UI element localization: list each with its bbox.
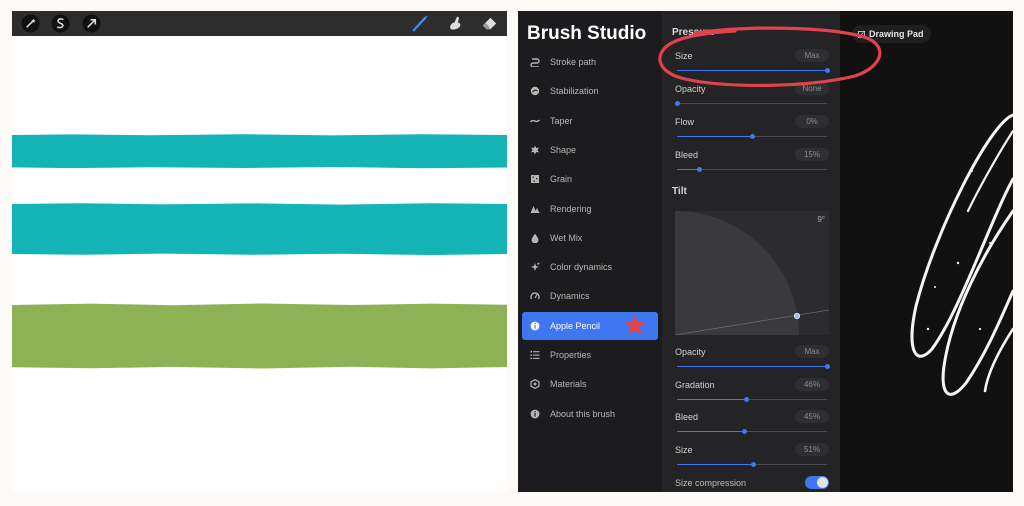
tilt-bleed-slider[interactable]: [677, 429, 827, 435]
tilt-size-value[interactable]: 51%: [795, 443, 829, 457]
sidebar-item-wet-mix[interactable]: Wet Mix: [522, 224, 658, 252]
drawing-canvas[interactable]: [12, 11, 507, 491]
slider-knob[interactable]: [749, 134, 755, 139]
sidebar-item-label: Materials: [550, 379, 587, 390]
shape-icon: [530, 145, 540, 155]
brush-studio-sidebar: Brush Studio Stroke path Stabilization Tap…: [518, 11, 662, 492]
canvas-toolbar: [12, 11, 507, 36]
sidebar-item-rendering[interactable]: Rendering: [522, 195, 658, 223]
teal-stroke-2: [12, 202, 507, 256]
tilt-bleed-value[interactable]: 45%: [795, 410, 829, 424]
tilt-size-row: Size 51%: [675, 443, 829, 473]
tilt-opacity-label: Opacity: [675, 347, 706, 357]
properties-icon: [530, 350, 540, 360]
sidebar-item-properties[interactable]: Properties: [522, 341, 658, 369]
tilt-section-title: Tilt: [672, 186, 687, 197]
toggle-knob: [817, 477, 828, 488]
sidebar-item-label: Stroke path: [550, 57, 597, 67]
tilt-gradation-row: Gradation 46%: [675, 377, 829, 408]
transform-arrow-icon[interactable]: [82, 14, 101, 33]
sidebar-item-label: Wet Mix: [550, 232, 583, 243]
sidebar-item-about-this-brush[interactable]: About this brush: [522, 400, 658, 428]
pressure-bleed-value[interactable]: 15%: [795, 148, 829, 161]
brush-icon[interactable]: [411, 14, 430, 33]
page-title: Brush Studio: [527, 23, 647, 44]
tilt-angle-readout: 9°: [817, 215, 825, 224]
slider-fill: [677, 464, 754, 466]
annotation-star-icon: [624, 315, 646, 335]
stabilization-icon: [530, 86, 540, 96]
wet-mix-icon: [530, 233, 540, 243]
tilt-opacity-row: Opacity Max: [675, 345, 830, 375]
teal-stroke-1: [12, 133, 507, 169]
slider-knob[interactable]: [697, 167, 702, 172]
tilt-size-slider[interactable]: [677, 462, 827, 468]
tilt-size-label: Size: [675, 445, 693, 456]
sidebar-item-label: Taper: [550, 115, 573, 126]
sidebar-item-label: Grain: [550, 174, 573, 185]
color-dynamics-icon: [530, 262, 540, 272]
rendering-icon: [530, 204, 540, 214]
sidebar-item-label: Color dynamics: [550, 262, 613, 273]
sidebar-item-label: Stabilization: [550, 86, 599, 97]
sidebar-item-label: About this brush: [550, 408, 616, 419]
pressure-bleed-label: Bleed: [675, 150, 699, 160]
sidebar-item-dynamics[interactable]: Dynamics: [522, 282, 658, 310]
stroke-path-icon: [530, 57, 540, 67]
pressure-flow-slider[interactable]: [677, 134, 827, 139]
dynamics-icon: [530, 291, 540, 301]
taper-icon: [530, 116, 540, 126]
tilt-gradation-value[interactable]: 46%: [795, 377, 829, 391]
slider-fill: [677, 431, 745, 433]
tilt-angle-graph[interactable]: 9°: [675, 211, 829, 335]
size-compression-toggle[interactable]: [805, 476, 829, 489]
sidebar-item-grain[interactable]: Grain: [522, 165, 658, 193]
size-compression-label: Size compression: [675, 478, 747, 488]
apple-pencil-icon: [530, 321, 540, 331]
pressure-flow-row: Flow 0%: [675, 115, 829, 145]
tilt-bleed-row: Bleed 45%: [675, 410, 829, 440]
materials-icon: [530, 379, 540, 390]
selection-s-icon[interactable]: [51, 14, 70, 33]
sidebar-item-stroke-path[interactable]: Stroke path: [522, 48, 658, 76]
slider-fill: [677, 366, 827, 367]
tilt-opacity-value[interactable]: Max: [795, 345, 829, 358]
tilt-bleed-label: Bleed: [675, 412, 699, 423]
pressure-bleed-row: Bleed 15%: [675, 148, 829, 178]
slider-knob[interactable]: [743, 396, 749, 402]
sidebar-item-label: Shape: [550, 144, 577, 155]
info-icon: [530, 409, 540, 419]
pressure-opacity-slider[interactable]: [674, 101, 827, 106]
slider-knob[interactable]: [824, 364, 830, 369]
sidebar-item-label: Apple Pencil: [550, 320, 601, 331]
grain-icon: [530, 174, 540, 184]
slider-knob[interactable]: [674, 101, 680, 106]
sidebar-item-label: Dynamics: [550, 291, 590, 302]
sidebar-item-taper[interactable]: Taper: [522, 107, 658, 135]
slider-knob[interactable]: [742, 429, 747, 435]
pressure-flow-value[interactable]: 0%: [795, 115, 829, 128]
green-stroke: [12, 302, 507, 370]
tilt-gradation-slider[interactable]: [677, 396, 827, 402]
brush-studio: Brush Studio Stroke path Stabilization Tap…: [518, 11, 1013, 492]
eraser-icon[interactable]: [480, 14, 499, 33]
tilt-opacity-slider[interactable]: [677, 364, 830, 369]
pressure-bleed-slider[interactable]: [677, 167, 827, 172]
sidebar-item-shape[interactable]: Shape: [522, 136, 658, 164]
sidebar-item-materials[interactable]: Materials: [522, 370, 658, 398]
sidebar-item-color-dynamics[interactable]: Color dynamics: [522, 253, 658, 281]
adjustments-wand-icon[interactable]: [21, 14, 40, 33]
annotation-circle: [658, 26, 882, 87]
slider-knob[interactable]: [751, 462, 756, 468]
slider-fill: [677, 136, 752, 137]
slider-fill: [677, 398, 746, 400]
sidebar-item-label: Properties: [550, 350, 592, 360]
pressure-flow-label: Flow: [675, 117, 695, 127]
tilt-gradation-label: Gradation: [675, 379, 715, 390]
smudge-icon[interactable]: [446, 14, 465, 33]
sidebar-item-stabilization[interactable]: Stabilization: [522, 77, 658, 105]
sidebar-item-label: Rendering: [550, 203, 592, 214]
size-compression-row: Size compression: [675, 476, 829, 492]
